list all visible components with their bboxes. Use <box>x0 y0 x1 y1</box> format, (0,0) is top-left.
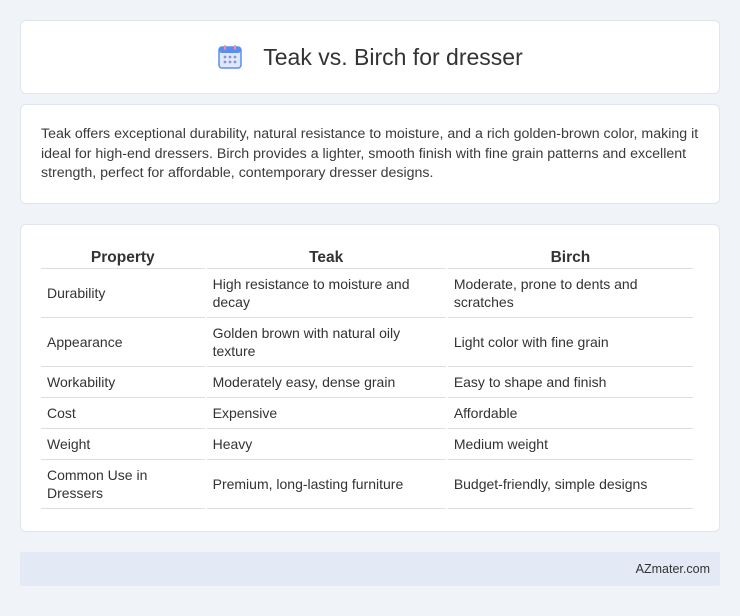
comparison-table: Property Teak Birch Durability High resi… <box>39 247 695 509</box>
table-row: Durability High resistance to moisture a… <box>41 269 693 318</box>
cell-property: Weight <box>41 429 205 460</box>
header-birch: Birch <box>447 247 693 269</box>
page-title: Teak vs. Birch for dresser <box>263 43 523 70</box>
table-row: Common Use in Dressers Premium, long-las… <box>41 460 693 509</box>
cell-teak: Golden brown with natural oily texture <box>206 318 446 367</box>
title-card: Teak vs. Birch for dresser <box>20 20 720 94</box>
cell-birch: Easy to shape and finish <box>447 367 693 398</box>
table-card: Property Teak Birch Durability High resi… <box>20 224 720 532</box>
intro-paragraph: Teak offers exceptional durability, natu… <box>41 126 699 181</box>
cell-birch: Budget-friendly, simple designs <box>447 460 693 509</box>
cell-teak: High resistance to moisture and decay <box>206 269 446 318</box>
cell-property: Workability <box>41 367 205 398</box>
cell-property: Cost <box>41 398 205 429</box>
footer-site-link[interactable]: AZmater.com <box>636 562 710 576</box>
header-teak: Teak <box>206 247 446 269</box>
cell-property: Durability <box>41 269 205 318</box>
header-property: Property <box>41 247 205 269</box>
table-row: Workability Moderately easy, dense grain… <box>41 367 693 398</box>
cell-birch: Medium weight <box>447 429 693 460</box>
cell-birch: Affordable <box>447 398 693 429</box>
table-header-row: Property Teak Birch <box>41 247 693 269</box>
cell-teak: Moderately easy, dense grain <box>206 367 446 398</box>
cell-property: Common Use in Dressers <box>41 460 205 509</box>
cell-teak: Premium, long-lasting furniture <box>206 460 446 509</box>
calendar-icon <box>217 44 243 70</box>
table-row: Appearance Golden brown with natural oil… <box>41 318 693 367</box>
cell-teak: Expensive <box>206 398 446 429</box>
cell-teak: Heavy <box>206 429 446 460</box>
cell-property: Appearance <box>41 318 205 367</box>
cell-birch: Light color with fine grain <box>447 318 693 367</box>
table-row: Cost Expensive Affordable <box>41 398 693 429</box>
cell-birch: Moderate, prone to dents and scratches <box>447 269 693 318</box>
footer: AZmater.com <box>20 552 720 586</box>
intro-card: Teak offers exceptional durability, natu… <box>20 104 720 204</box>
table-row: Weight Heavy Medium weight <box>41 429 693 460</box>
